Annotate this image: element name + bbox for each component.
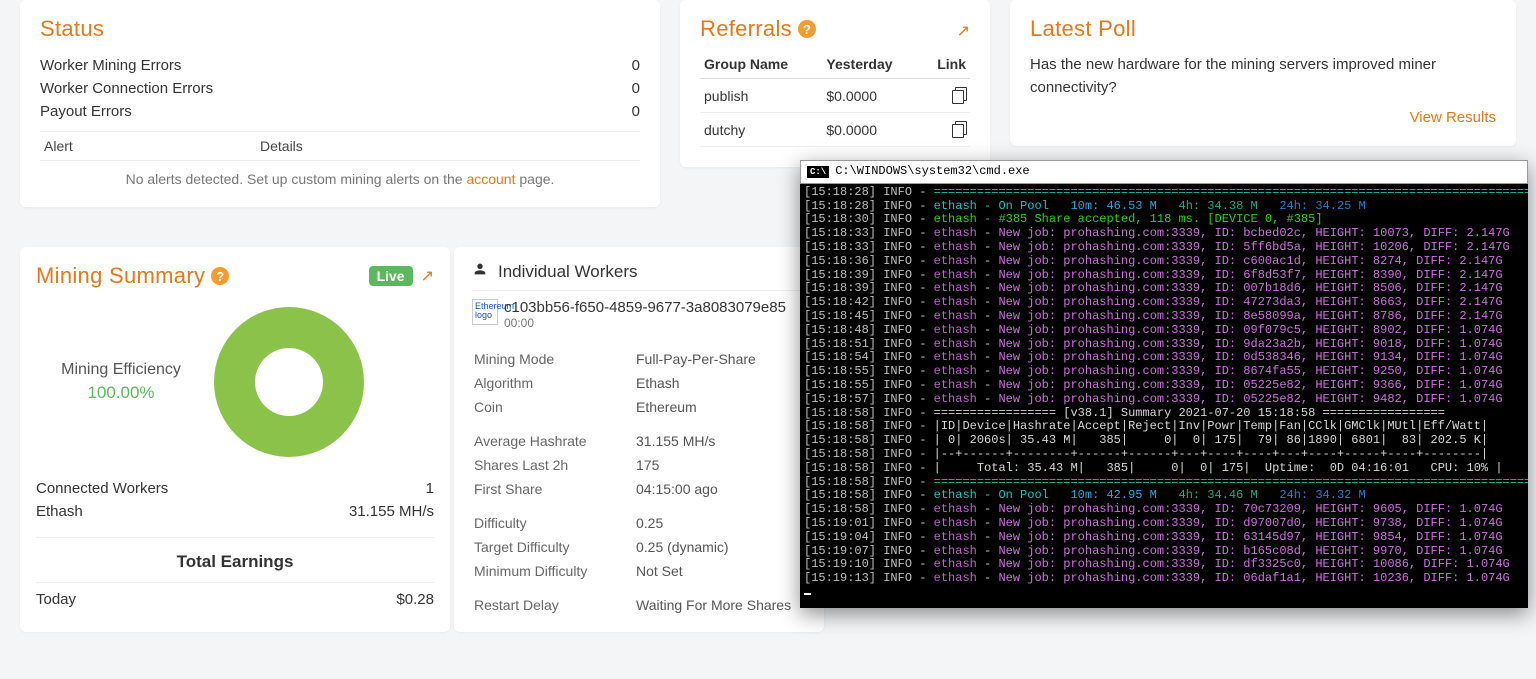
individual-workers-card: Individual Workers Ethereum logo c103bb5… <box>454 247 824 632</box>
copy-icon[interactable] <box>952 121 966 135</box>
referrals-card: Referrals ? ↗ Group Name Yesterday Link … <box>680 0 990 167</box>
worker-details: Mining ModeFull-Pay-Per-ShareAlgorithmEt… <box>472 346 806 618</box>
mining-title: Mining Summary <box>36 263 205 289</box>
poll-title: Latest Poll <box>1030 16 1496 42</box>
referral-row: publish$0.0000 <box>700 79 970 113</box>
copy-icon[interactable] <box>952 87 966 101</box>
help-icon[interactable]: ? <box>211 267 229 285</box>
cmd-titlebar[interactable]: C:\ C:\WINDOWS\system32\cmd.exe <box>800 160 1528 184</box>
mining-summary-card: Mining Summary ? Live ↗ Mining Efficienc… <box>20 247 450 632</box>
status-card: Status Worker Mining Errors0Worker Conne… <box>20 0 660 207</box>
cmd-title-text: C:\WINDOWS\system32\cmd.exe <box>835 165 1029 179</box>
worker-row[interactable]: Ethereum logo c103bb56-f650-4859-9677-3a… <box>472 290 806 338</box>
alerts-empty: No alerts detected. Set up custom mining… <box>40 161 640 187</box>
efficiency-value: 100.00% <box>36 383 206 403</box>
referrals-title: Referrals <box>700 16 792 42</box>
alerts-header: Alert Details <box>40 131 640 161</box>
status-title: Status <box>40 16 640 42</box>
external-link-icon[interactable]: ↗ <box>421 266 434 286</box>
poll-question: Has the new hardware for the mining serv… <box>1030 54 1496 99</box>
cmd-body: [15:18:28] INFO - ======================… <box>800 184 1528 608</box>
referrals-table: Group Name Yesterday Link publish$0.0000… <box>700 50 970 147</box>
account-link[interactable]: account <box>466 171 515 187</box>
ethereum-icon: Ethereum logo <box>472 299 498 325</box>
person-icon <box>472 261 488 282</box>
alerts-col-alert: Alert <box>40 138 260 154</box>
efficiency-donut-icon <box>214 307 364 457</box>
total-earnings-header: Total Earnings <box>36 537 434 572</box>
worker-id: c103bb56-f650-4859-9677-3a8083079e85 <box>504 299 806 316</box>
alerts-col-details: Details <box>260 138 303 154</box>
live-badge: Live <box>369 266 413 286</box>
cmd-window[interactable]: C:\ C:\WINDOWS\system32\cmd.exe [15:18:2… <box>800 160 1528 608</box>
help-icon[interactable]: ? <box>798 20 816 38</box>
cmd-icon: C:\ <box>807 166 829 178</box>
referral-row: dutchy$0.0000 <box>700 113 970 147</box>
poll-card: Latest Poll Has the new hardware for the… <box>1010 0 1516 146</box>
workers-title: Individual Workers <box>498 262 638 282</box>
view-results-link[interactable]: View Results <box>1410 109 1496 126</box>
status-rows: Worker Mining Errors0Worker Connection E… <box>40 54 640 123</box>
external-link-icon[interactable]: ↗ <box>957 21 970 41</box>
efficiency-label: Mining Efficiency <box>36 361 206 379</box>
